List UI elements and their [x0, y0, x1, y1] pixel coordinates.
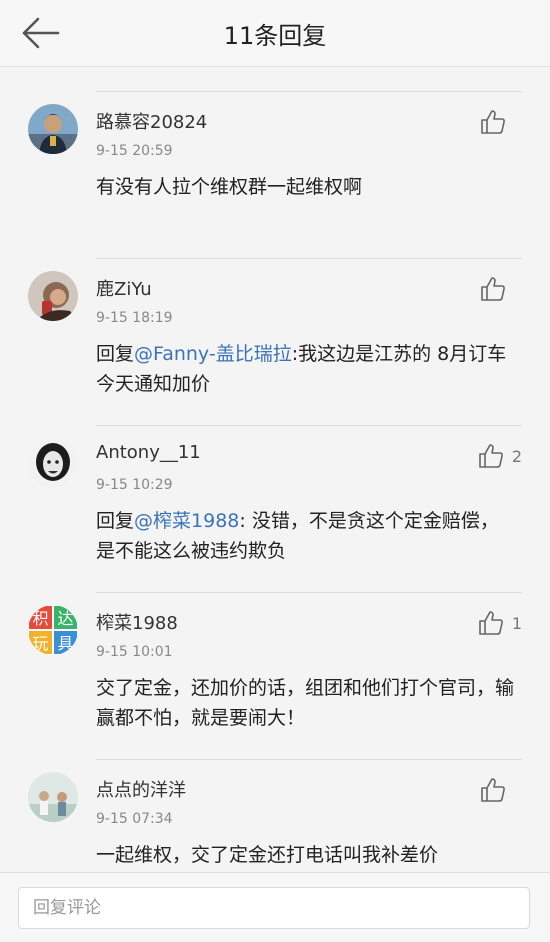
- top-bar: 11条回复: [0, 0, 550, 67]
- like-count: 1: [511, 613, 522, 633]
- avatar[interactable]: 积 达 玩 具: [28, 605, 78, 655]
- timestamp: 9-15 10:01: [96, 644, 173, 660]
- avatar[interactable]: [28, 772, 78, 822]
- like-button[interactable]: 2: [478, 442, 522, 470]
- comment-text: 回复@榨菜1988: 没错，不是贪这个定金赔偿，是不能这么被违约欺负: [96, 506, 516, 566]
- avatar-char: 玩: [32, 634, 48, 653]
- timestamp: 9-15 10:29: [96, 477, 173, 493]
- reply-prefix: 回复: [96, 510, 135, 532]
- comment-item: 积 达 玩 具 榨菜1988 9-15 10:01 1 交了定金，还加价的话，组…: [28, 592, 522, 759]
- comment-item: Antony__11 9-15 10:29 2 回复@榨菜1988: 没错，不是…: [28, 425, 522, 592]
- comment-text: 有没有人拉个维权群一起维权啊: [96, 172, 516, 202]
- thumbs-up-icon: [479, 444, 503, 468]
- comment-body: 有没有人拉个维权群一起维权啊: [96, 176, 363, 198]
- avatar-char: 积: [32, 609, 48, 628]
- username[interactable]: 点点的洋洋: [96, 776, 186, 802]
- app-screen: 11条回复 路慕容20824 9-15 20:59 有没有人拉个维权群一起维权啊…: [0, 0, 550, 942]
- comment-text: 交了定金，还加价的话，组团和他们打个官司，输赢都不怕，就是要闹大！: [96, 673, 516, 733]
- comment-text: 一起维权，交了定金还打电话叫我补差价: [96, 840, 516, 870]
- comment-item: 鹿ZiYu 9-15 18:19 回复@Fanny-盖比瑞拉:我这边是江苏的 8…: [28, 258, 522, 425]
- like-button[interactable]: [480, 275, 522, 303]
- timestamp: 9-15 20:59: [96, 143, 173, 159]
- comment-text: 回复@Fanny-盖比瑞拉:我这边是江苏的 8月订车今天通知加价: [96, 339, 516, 399]
- mention-link[interactable]: @Fanny-盖比瑞拉: [134, 343, 292, 365]
- reply-prefix: 回复: [96, 343, 135, 365]
- thumbs-up-icon: [481, 110, 505, 134]
- comment-list: 路慕容20824 9-15 20:59 有没有人拉个维权群一起维权啊 鹿ZiYu…: [0, 92, 550, 926]
- avatar-char: 具: [57, 634, 73, 653]
- comment-body: 交了定金，还加价的话，组团和他们打个官司，输赢都不怕，就是要闹大！: [96, 677, 515, 729]
- comment-item: 路慕容20824 9-15 20:59 有没有人拉个维权群一起维权啊: [0, 92, 550, 258]
- thumbs-up-icon: [479, 611, 503, 635]
- like-count: 2: [511, 446, 522, 466]
- thumbs-up-icon: [481, 277, 505, 301]
- timestamp: 9-15 18:19: [96, 310, 173, 326]
- reply-bar: [0, 872, 550, 942]
- like-button[interactable]: [480, 108, 522, 136]
- username[interactable]: 鹿ZiYu: [96, 275, 152, 301]
- comment-body: 一起维权，交了定金还打电话叫我补差价: [96, 844, 439, 866]
- username[interactable]: Antony__11: [96, 442, 201, 463]
- like-button[interactable]: 1: [478, 609, 522, 637]
- mention-link[interactable]: @榨菜1988: [134, 510, 239, 532]
- reply-input[interactable]: [18, 887, 530, 929]
- like-button[interactable]: [480, 776, 522, 804]
- page-title: 11条回复: [223, 22, 327, 50]
- thumbs-up-icon: [481, 778, 505, 802]
- username[interactable]: 榨菜1988: [96, 609, 178, 635]
- avatar[interactable]: [28, 104, 78, 154]
- avatar-char: 达: [57, 609, 73, 628]
- avatar[interactable]: [28, 438, 78, 488]
- username[interactable]: 路慕容20824: [96, 108, 207, 134]
- avatar[interactable]: [28, 271, 78, 321]
- timestamp: 9-15 07:34: [96, 811, 173, 827]
